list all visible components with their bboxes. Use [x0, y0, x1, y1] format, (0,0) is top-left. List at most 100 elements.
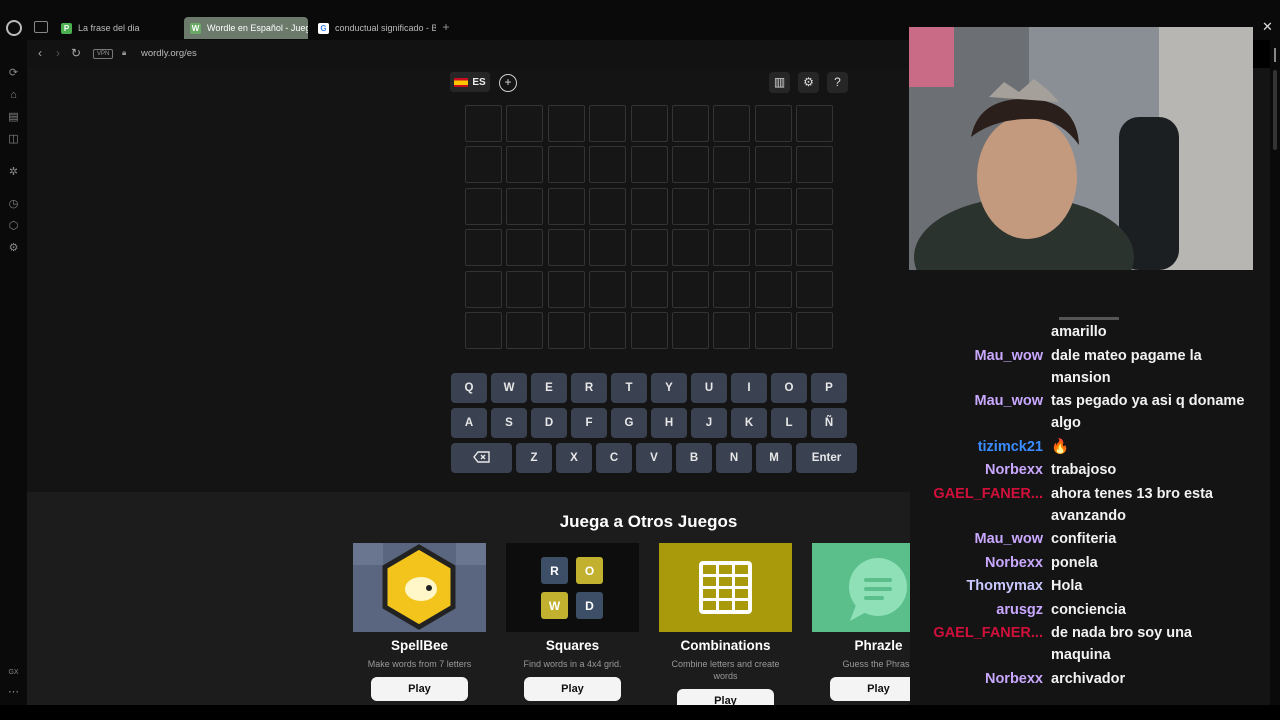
- chat-message: tizimck21 🔥: [910, 436, 1280, 458]
- chat-username[interactable]: Mau_wow: [910, 528, 1051, 550]
- speed-dial-icon[interactable]: ⟳: [7, 67, 20, 80]
- reload-icon[interactable]: ↻: [69, 46, 83, 60]
- language-button[interactable]: ES: [450, 72, 490, 92]
- key-a[interactable]: A: [451, 408, 487, 438]
- key-h[interactable]: H: [651, 408, 687, 438]
- grid-cell: [796, 187, 834, 225]
- tab-favicon-icon: W: [190, 22, 201, 34]
- grid-cell: [796, 105, 834, 142]
- menu-icon[interactable]: [1274, 48, 1276, 62]
- key-g[interactable]: G: [611, 408, 647, 438]
- key-d[interactable]: D: [531, 408, 567, 438]
- key-i[interactable]: I: [731, 373, 767, 403]
- key-p[interactable]: P: [811, 373, 847, 403]
- key-c[interactable]: C: [596, 443, 632, 473]
- chat-text: tas pegado ya asi q doname algo: [1051, 393, 1245, 431]
- game-card-squares[interactable]: R O W D Squares Find words in a 4x4 grid…: [506, 543, 639, 713]
- grid-cell: [506, 187, 544, 225]
- workspaces-icon[interactable]: [34, 21, 48, 33]
- stats-icon[interactable]: ▥: [769, 72, 790, 93]
- key-u[interactable]: U: [691, 373, 727, 403]
- key-m[interactable]: M: [756, 443, 792, 473]
- chat-message: Norbexx trabajoso: [910, 459, 1280, 481]
- key-ñ[interactable]: Ñ: [811, 408, 847, 438]
- grid-cell: [754, 187, 792, 225]
- key-q[interactable]: Q: [451, 373, 487, 403]
- tab-conductual[interactable]: G conductual significado - B: [312, 17, 436, 39]
- square-tile: R: [541, 557, 568, 584]
- more-icon[interactable]: ⋯: [7, 686, 20, 699]
- chat-username[interactable]: Norbexx: [910, 668, 1051, 690]
- chat-username[interactable]: Thomymax: [910, 575, 1051, 597]
- close-window-icon[interactable]: ✕: [1262, 20, 1274, 33]
- game-card-spellbee[interactable]: SpellBee Make words from 7 letters Play: [353, 543, 486, 713]
- scrollbar-thumb[interactable]: [1273, 70, 1277, 150]
- chat-username[interactable]: GAEL_FANER...: [910, 483, 1051, 527]
- chat-message: Mau_wow tas pegado ya asi q doname algo: [910, 390, 1280, 434]
- key-j[interactable]: J: [691, 408, 727, 438]
- add-icon[interactable]: +: [499, 74, 517, 92]
- chat-username[interactable]: GAEL_FANER...: [910, 622, 1051, 666]
- key-s[interactable]: S: [491, 408, 527, 438]
- page-scrollbar[interactable]: [1270, 40, 1280, 705]
- settings-icon[interactable]: ⚙: [7, 242, 20, 255]
- tab-wordle[interactable]: W Wordle en Español - Jueg: [184, 17, 308, 39]
- chat-username[interactable]: Mau_wow: [910, 390, 1051, 434]
- key-x[interactable]: X: [556, 443, 592, 473]
- key-v[interactable]: V: [636, 443, 672, 473]
- url-field[interactable]: wordly.org/es: [141, 48, 197, 59]
- key-f[interactable]: F: [571, 408, 607, 438]
- key-e[interactable]: E: [531, 373, 567, 403]
- square-tile: O: [576, 557, 603, 584]
- key-y[interactable]: Y: [651, 373, 687, 403]
- back-icon[interactable]: ‹: [33, 46, 47, 60]
- play-button[interactable]: Play: [371, 677, 468, 701]
- vpn-badge[interactable]: VPN: [93, 49, 114, 59]
- chat-username[interactable]: Norbexx: [910, 552, 1051, 574]
- backspace-icon: [472, 450, 491, 466]
- twitch-icon[interactable]: ▤: [7, 111, 20, 124]
- letter-grid: [465, 105, 834, 349]
- chat-username[interactable]: arusgz: [910, 599, 1051, 621]
- opera-logo-icon[interactable]: [6, 20, 22, 36]
- key-z[interactable]: Z: [516, 443, 552, 473]
- chatgpt-icon[interactable]: ✲: [7, 166, 20, 179]
- key-o[interactable]: O: [771, 373, 807, 403]
- chat-text: archivador: [1051, 670, 1126, 687]
- key-l[interactable]: L: [771, 408, 807, 438]
- key-r[interactable]: R: [571, 373, 607, 403]
- chat-username[interactable]: tizimck21: [910, 436, 1051, 458]
- messenger-icon[interactable]: ◫: [7, 133, 20, 146]
- chat-username[interactable]: Norbexx: [910, 459, 1051, 481]
- key-t[interactable]: T: [611, 373, 647, 403]
- keyboard-row-1: QWERTYUIOP: [451, 373, 847, 403]
- chat-username[interactable]: [910, 321, 1051, 343]
- grid-cell: [506, 146, 544, 184]
- gx-label: GX: [8, 669, 19, 676]
- key-k[interactable]: K: [731, 408, 767, 438]
- gear-icon[interactable]: ⚙: [798, 72, 819, 93]
- grid-cell: [506, 311, 544, 349]
- backspace-key[interactable]: [451, 443, 512, 473]
- grid-cell: [465, 311, 502, 349]
- grid-cell: [547, 105, 585, 142]
- tab-la-frase-del-dia[interactable]: P La frase del dia: [55, 17, 180, 39]
- chat-username[interactable]: Mau_wow: [910, 345, 1051, 389]
- key-b[interactable]: B: [676, 443, 712, 473]
- extensions-icon[interactable]: ⬡: [7, 220, 20, 233]
- chat-text: Hola: [1051, 578, 1083, 594]
- browser-sidebar: ⟳ ⌂ ▤ ◫ ✲ ◷ ⬡ ⚙ GX ⋯: [0, 40, 27, 705]
- play-button[interactable]: Play: [524, 677, 621, 701]
- card-title: SpellBee: [390, 638, 449, 653]
- key-w[interactable]: W: [491, 373, 527, 403]
- game-card-combinations[interactable]: Combinations Combine letters and create …: [659, 543, 792, 713]
- help-icon[interactable]: ?: [827, 72, 848, 93]
- gx-corner-icon[interactable]: ⌂: [7, 89, 20, 102]
- grid-cell: [465, 229, 502, 267]
- history-icon[interactable]: ◷: [7, 198, 20, 211]
- chat-message: Norbexx ponela: [910, 552, 1280, 574]
- forward-icon[interactable]: ›: [51, 46, 65, 60]
- enter-key[interactable]: Enter: [796, 443, 857, 473]
- new-tab-icon[interactable]: +: [440, 21, 452, 33]
- key-n[interactable]: N: [716, 443, 752, 473]
